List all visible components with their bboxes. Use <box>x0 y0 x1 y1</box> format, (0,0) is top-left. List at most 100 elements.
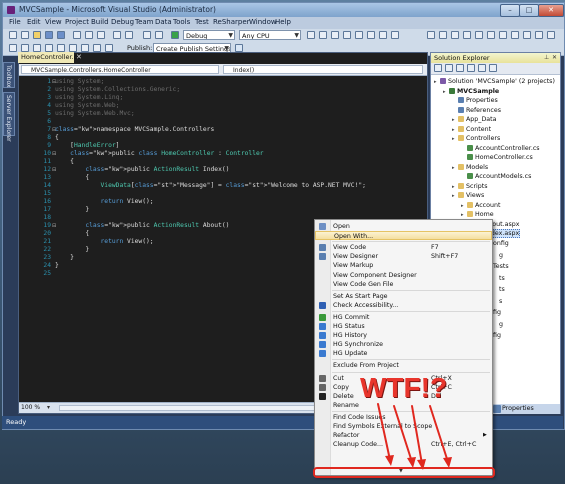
solution-configuration-select[interactable]: Debug ▼ <box>183 30 235 40</box>
close-tab-icon[interactable]: ✕ <box>76 53 82 61</box>
menu-item-hg-update[interactable]: HG Update <box>315 349 492 358</box>
menu-item-hg-commit[interactable]: HG Commit <box>315 313 492 322</box>
tree-item-partial[interactable]: ts <box>499 285 505 294</box>
prev-bookmark-icon[interactable] <box>81 44 89 52</box>
tree-item[interactable]: ▸ Content <box>452 125 491 135</box>
menu-item-exclude-from-project[interactable]: Exclude From Project <box>315 361 492 370</box>
show-all-files-icon[interactable] <box>445 64 453 72</box>
tool-icon[interactable] <box>511 31 519 39</box>
menu-resharper[interactable]: ReSharper <box>213 18 250 26</box>
navigate-back-icon[interactable] <box>143 31 151 39</box>
menu-build[interactable]: Build <box>91 18 109 26</box>
navigate-forward-icon[interactable] <box>155 31 163 39</box>
cut-icon[interactable] <box>73 31 81 39</box>
tab-homecontroller[interactable]: HomeController.cs <box>18 52 81 63</box>
publish-web-icon[interactable] <box>235 44 243 52</box>
redo-icon[interactable] <box>125 31 133 39</box>
zoom-dropdown-icon[interactable]: ▾ <box>47 404 50 411</box>
outdent-icon[interactable] <box>33 44 41 52</box>
paste-icon[interactable] <box>97 31 105 39</box>
menu-item-set-as-start-page[interactable]: Set As Start Page <box>315 292 492 301</box>
tree-item[interactable]: ▸ Scripts <box>452 182 488 192</box>
menu-tools[interactable]: Tools <box>173 18 190 26</box>
indent-icon[interactable] <box>21 44 29 52</box>
menu-item-hg-history[interactable]: HG History <box>315 331 492 340</box>
view-designer-icon[interactable] <box>478 64 486 72</box>
pin-icon[interactable]: ⊥ <box>544 54 549 61</box>
tool-icon[interactable] <box>463 31 471 39</box>
view-code-icon[interactable] <box>467 64 475 72</box>
tool-icon[interactable] <box>427 31 435 39</box>
find-in-files-icon[interactable] <box>307 31 315 39</box>
tree-item[interactable]: AccountController.cs <box>461 144 540 153</box>
refresh-icon[interactable] <box>456 64 464 72</box>
menu-item-view-component-designer[interactable]: View Component Designer <box>315 271 492 280</box>
tree-item-partial[interactable]: ts <box>499 274 505 283</box>
tree-item[interactable]: ▸ Account <box>461 201 500 211</box>
properties-window-icon[interactable] <box>331 31 339 39</box>
save-all-icon[interactable] <box>57 31 65 39</box>
add-item-icon[interactable] <box>21 31 29 39</box>
properties-icon[interactable] <box>434 64 442 72</box>
next-bookmark-icon[interactable] <box>93 44 101 52</box>
clear-bookmarks-icon[interactable] <box>105 44 113 52</box>
class-diagram-icon[interactable] <box>489 64 497 72</box>
menu-item-view-markup[interactable]: View Markup <box>315 261 492 270</box>
tree-item[interactable]: HomeController.cs <box>461 153 533 162</box>
start-page-icon[interactable] <box>367 31 375 39</box>
tool-icon[interactable] <box>523 31 531 39</box>
menu-debug[interactable]: Debug <box>111 18 134 26</box>
menu-team[interactable]: Team <box>135 18 154 26</box>
tree-item[interactable]: ▸ Models <box>452 163 488 173</box>
tool-icon[interactable] <box>439 31 447 39</box>
menu-help[interactable]: Help <box>275 18 291 26</box>
members-dropdown[interactable]: Index() <box>223 65 423 74</box>
tool-icon[interactable] <box>547 31 555 39</box>
undo-icon[interactable] <box>113 31 121 39</box>
tree-item[interactable]: ▸ MVCSample <box>443 87 499 97</box>
format-icon[interactable] <box>9 44 17 52</box>
copy-icon[interactable] <box>85 31 93 39</box>
solution-platform-select[interactable]: Any CPU ▼ <box>239 30 301 40</box>
uncomment-icon[interactable] <box>57 44 65 52</box>
tree-item-partial[interactable]: fig <box>493 331 501 340</box>
comment-icon[interactable] <box>45 44 53 52</box>
menu-item-view-code[interactable]: View Code F7 <box>315 243 492 252</box>
start-debugging-icon[interactable] <box>171 31 179 39</box>
tree-item-partial[interactable]: g <box>499 320 503 329</box>
solution-explorer-icon[interactable] <box>319 31 327 39</box>
command-window-icon[interactable] <box>391 31 399 39</box>
tree-item-partial[interactable]: onfig <box>493 239 509 248</box>
tree-item[interactable]: References <box>452 106 501 115</box>
menu-edit[interactable]: Edit <box>27 18 41 26</box>
zoom-level[interactable]: 100 % <box>21 404 40 411</box>
close-button[interactable]: ✕ <box>538 4 564 17</box>
menu-data[interactable]: Data <box>155 18 172 26</box>
save-icon[interactable] <box>45 31 53 39</box>
tree-item[interactable]: Properties <box>452 96 498 105</box>
new-project-icon[interactable] <box>9 31 17 39</box>
menu-item-open[interactable]: Open <box>315 222 492 231</box>
tree-item-partial[interactable]: fig <box>493 308 501 317</box>
menu-item-view-designer[interactable]: View Designer Shift+F7 <box>315 252 492 261</box>
bookmark-icon[interactable] <box>69 44 77 52</box>
server-explorer-tab[interactable]: Server Explorer <box>3 92 15 142</box>
menu-view[interactable]: View <box>45 18 62 26</box>
minimize-button[interactable]: – <box>500 4 520 17</box>
tree-item[interactable]: ▸ Solution 'MVCSample' (2 projects) <box>434 77 555 87</box>
tool-icon[interactable] <box>475 31 483 39</box>
open-file-icon[interactable] <box>33 31 41 39</box>
menu-file[interactable]: File <box>9 18 21 26</box>
tool-icon[interactable] <box>535 31 543 39</box>
tool-icon[interactable] <box>499 31 507 39</box>
menu-item-view-code-gen-file[interactable]: View Code Gen File <box>315 280 492 289</box>
toolbox-tab[interactable]: Toolbox <box>3 62 15 88</box>
menu-project[interactable]: Project <box>65 18 89 26</box>
menu-item-check-accessibility[interactable]: Check Accessibility... <box>315 301 492 310</box>
maximize-button[interactable]: □ <box>519 4 539 17</box>
menu-item-hg-status[interactable]: HG Status <box>315 322 492 331</box>
toolbox-icon[interactable] <box>355 31 363 39</box>
menu-item-open-with[interactable]: Open With... <box>315 231 492 241</box>
tree-item[interactable]: ▸ Controllers <box>452 134 500 144</box>
menu-item-hg-synchronize[interactable]: HG Synchronize <box>315 340 492 349</box>
